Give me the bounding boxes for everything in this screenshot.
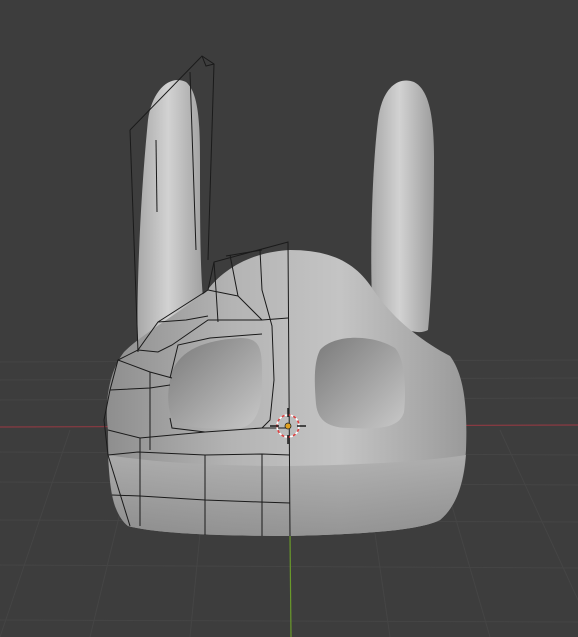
right-ear: [371, 80, 434, 333]
3d-viewport[interactable]: [0, 0, 578, 637]
helmet-mesh[interactable]: [103, 55, 467, 537]
helmet-lower-band: [108, 455, 466, 536]
viewport-canvas[interactable]: [0, 0, 578, 637]
right-eye-hole: [314, 337, 406, 429]
